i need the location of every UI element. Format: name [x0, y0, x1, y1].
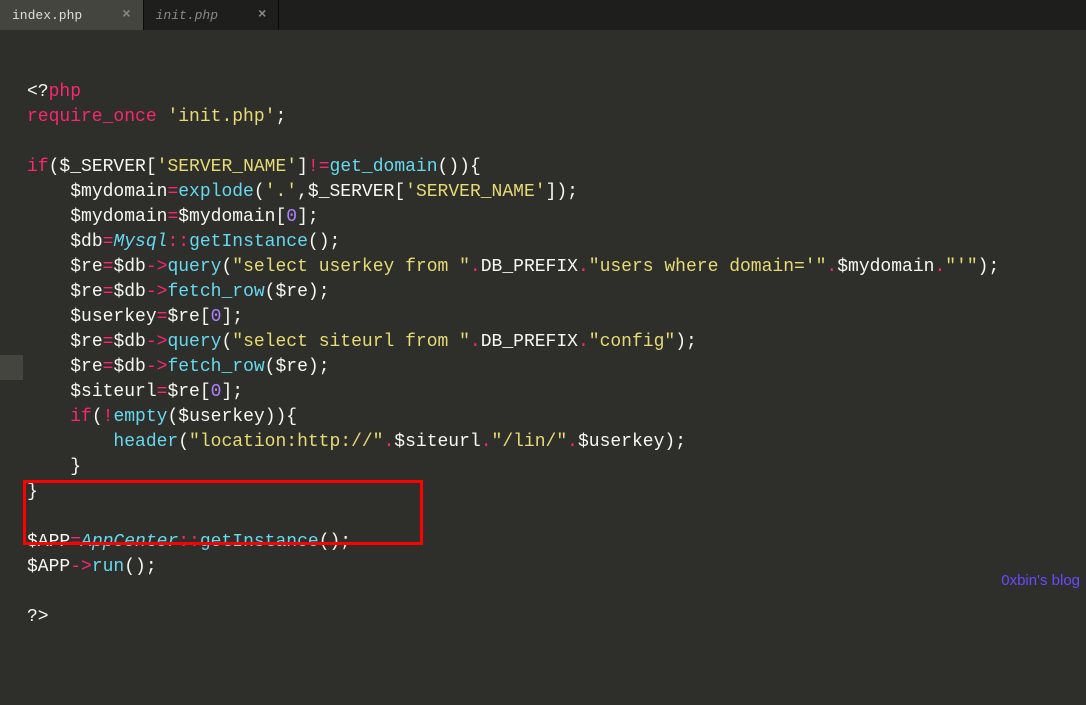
tab-label: index.php: [12, 8, 82, 23]
gutter: [0, 30, 23, 595]
tab-label: init.php: [156, 8, 218, 23]
close-icon[interactable]: ×: [122, 7, 130, 23]
watermark: 0xbin's blog: [1001, 568, 1080, 593]
tab-init-php[interactable]: init.php ×: [144, 0, 280, 30]
close-icon[interactable]: ×: [258, 7, 266, 23]
code-line: $re=$db->fetch_row($re);: [27, 355, 1082, 380]
editor: <?phprequire_once 'init.php'; if($_SERVER…: [0, 30, 1086, 595]
code-line: $userkey=$re[0];: [27, 305, 1082, 330]
code-line: $mydomain=explode('.',$_SERVER['SERVER_N…: [27, 180, 1082, 205]
code-line: $re=$db->query("select userkey from ".DB…: [27, 255, 1082, 280]
tab-bar: index.php × init.php ×: [0, 0, 1086, 30]
code-line: }: [27, 455, 1082, 480]
code-line: $re=$db->fetch_row($re);: [27, 280, 1082, 305]
code-line: [27, 505, 1082, 530]
code-line: [27, 580, 1082, 605]
code-line: $db=Mysql::getInstance();: [27, 230, 1082, 255]
code-line: require_once 'init.php';: [27, 105, 1082, 130]
code-line: if($_SERVER['SERVER_NAME']!=get_domain()…: [27, 155, 1082, 180]
code-line: $APP->run();: [27, 555, 1082, 580]
code-line: ?>: [27, 605, 1082, 630]
code-line: <?php: [27, 80, 1082, 105]
code-line: [27, 130, 1082, 155]
code-line: $re=$db->query("select siteurl from ".DB…: [27, 330, 1082, 355]
code-area[interactable]: <?phprequire_once 'init.php'; if($_SERVER…: [23, 30, 1086, 595]
tab-index-php[interactable]: index.php ×: [0, 0, 144, 30]
code-line: $APP=AppCenter::getInstance();: [27, 530, 1082, 555]
code-line: }: [27, 480, 1082, 505]
code-line: if(!empty($userkey)){: [27, 405, 1082, 430]
code-line: $siteurl=$re[0];: [27, 380, 1082, 405]
code-line: $mydomain=$mydomain[0];: [27, 205, 1082, 230]
code-line: header("location:http://".$siteurl."/lin…: [27, 430, 1082, 455]
